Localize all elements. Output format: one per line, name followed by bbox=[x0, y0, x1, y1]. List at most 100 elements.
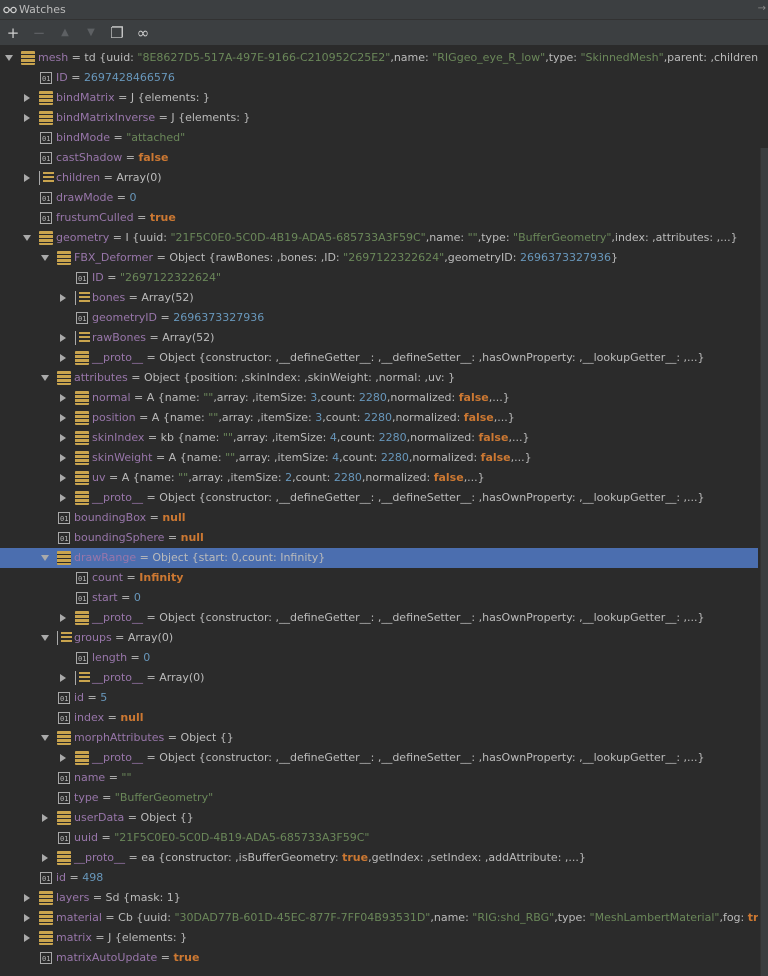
vertical-scrollbar[interactable] bbox=[760, 148, 768, 976]
expand-arrow-icon[interactable] bbox=[21, 88, 33, 108]
tree-row[interactable]: drawRange = Object {start: 0,count: Infi… bbox=[0, 548, 758, 568]
tree-row[interactable]: skinIndex = kb {name: "",array: ,itemSiz… bbox=[0, 428, 758, 448]
tree-row[interactable]: position = A {name: "",array: ,itemSize:… bbox=[0, 408, 758, 428]
expand-arrow-icon[interactable] bbox=[57, 388, 69, 408]
tree-row[interactable]: name = "" bbox=[0, 768, 758, 789]
tree-row[interactable]: __proto__ = Array(0) bbox=[0, 668, 758, 688]
tree-row[interactable]: matrix = J {elements: } bbox=[0, 928, 758, 948]
tree-row[interactable]: matrixAutoUpdate = true bbox=[0, 948, 758, 969]
property-value: Array(52) bbox=[141, 291, 194, 304]
tree-row[interactable]: __proto__ = Object {constructor: ,__defi… bbox=[0, 488, 758, 508]
object-icon bbox=[75, 351, 89, 365]
tree-row[interactable]: material = Cb {uuid: "30DAD77B-601D-45EC… bbox=[0, 908, 758, 928]
property-value: J {elements: } bbox=[130, 91, 210, 104]
tree-row[interactable]: __proto__ = Object {constructor: ,__defi… bbox=[0, 348, 758, 368]
collapse-arrow-icon[interactable] bbox=[39, 248, 51, 268]
expand-arrow-icon[interactable] bbox=[57, 288, 69, 308]
tree-row[interactable]: geometry = I {uuid: "21F5C0E0-5C0D-4B19-… bbox=[0, 228, 758, 248]
tree-row[interactable]: layers = Sd {mask: 1} bbox=[0, 888, 758, 908]
tree-row[interactable]: userData = Object {} bbox=[0, 808, 758, 828]
collapse-arrow-icon[interactable] bbox=[39, 368, 51, 388]
expand-arrow-icon[interactable] bbox=[57, 468, 69, 488]
tree-row[interactable]: attributes = Object {position: ,skinInde… bbox=[0, 368, 758, 388]
property-value: J {elements: } bbox=[108, 931, 188, 944]
tree-row[interactable]: normal = A {name: "",array: ,itemSize: 3… bbox=[0, 388, 758, 408]
move-down-button[interactable]: ▼ bbox=[78, 20, 104, 46]
tree-row[interactable]: count = Infinity bbox=[0, 568, 758, 589]
expand-arrow-icon[interactable] bbox=[57, 448, 69, 468]
property-value: ,count: bbox=[322, 411, 364, 424]
expand-arrow-icon[interactable] bbox=[57, 748, 69, 768]
tree-row[interactable]: rawBones = Array(52) bbox=[0, 328, 758, 348]
expand-arrow-icon[interactable] bbox=[21, 928, 33, 948]
tree-row[interactable]: uuid = "21F5C0E0-5C0D-4B19-ADA5-685733A3… bbox=[0, 828, 758, 849]
collapse-arrow-icon[interactable] bbox=[3, 48, 15, 68]
tree-row-text: geometry = I {uuid: "21F5C0E0-5C0D-4B19-… bbox=[56, 228, 738, 248]
tree-row[interactable]: id = 5 bbox=[0, 688, 758, 709]
primitive-icon bbox=[76, 309, 88, 329]
expand-arrow-icon[interactable] bbox=[21, 908, 33, 928]
tree-row[interactable]: bindMode = "attached" bbox=[0, 128, 758, 149]
tree-row[interactable]: __proto__ = Object {constructor: ,__defi… bbox=[0, 748, 758, 768]
tree-row[interactable]: bones = Array(52) bbox=[0, 288, 758, 308]
add-watch-button[interactable]: + bbox=[0, 20, 26, 46]
expand-arrow-icon[interactable] bbox=[57, 348, 69, 368]
property-value: false bbox=[458, 391, 489, 404]
expand-arrow-icon[interactable] bbox=[57, 408, 69, 428]
property-name: ID bbox=[92, 271, 104, 284]
tree-row[interactable]: bindMatrix = J {elements: } bbox=[0, 88, 758, 108]
tree-row[interactable]: morphAttributes = Object {} bbox=[0, 728, 758, 748]
tree-row[interactable]: ID = "2697122322624" bbox=[0, 268, 758, 289]
collapse-arrow-icon[interactable] bbox=[39, 728, 51, 748]
tree-row[interactable]: type = "BufferGeometry" bbox=[0, 788, 758, 809]
tree-row-text: matrix = J {elements: } bbox=[56, 928, 187, 948]
tree-row[interactable]: mesh = td {uuid: "8E8627D5-517A-497E-916… bbox=[0, 48, 758, 68]
collapse-arrow-icon[interactable] bbox=[21, 228, 33, 248]
tree-row[interactable]: id = 498 bbox=[0, 868, 758, 889]
object-icon bbox=[75, 391, 89, 405]
expand-arrow-icon[interactable] bbox=[21, 108, 33, 128]
tree-row[interactable]: FBX_Deformer = Object {rawBones: ,bones:… bbox=[0, 248, 758, 268]
expand-arrow-icon[interactable] bbox=[57, 428, 69, 448]
expand-arrow-icon[interactable] bbox=[57, 328, 69, 348]
move-up-button[interactable]: ▲ bbox=[52, 20, 78, 46]
property-value: I {uuid: bbox=[125, 231, 171, 244]
expand-arrow-icon[interactable] bbox=[57, 488, 69, 508]
expand-arrow-icon[interactable] bbox=[21, 168, 33, 188]
remove-watch-button[interactable]: − bbox=[26, 20, 52, 46]
pin-icon[interactable]: → bbox=[758, 3, 766, 14]
tree-row[interactable]: castShadow = false bbox=[0, 148, 758, 169]
tree-row-text: start = 0 bbox=[92, 588, 141, 608]
tree-row[interactable]: frustumCulled = true bbox=[0, 208, 758, 229]
expand-arrow-icon[interactable] bbox=[57, 668, 69, 688]
tree-row[interactable]: __proto__ = Object {constructor: ,__defi… bbox=[0, 608, 758, 628]
tree-row[interactable]: length = 0 bbox=[0, 648, 758, 669]
tree-row[interactable]: index = null bbox=[0, 708, 758, 729]
show-watches-button[interactable]: ∞ bbox=[130, 20, 156, 46]
tree-row[interactable]: bindMatrixInverse = J {elements: } bbox=[0, 108, 758, 128]
tree-row[interactable]: boundingSphere = null bbox=[0, 528, 758, 549]
property-name: drawRange bbox=[74, 551, 137, 564]
expand-arrow-icon[interactable] bbox=[39, 808, 51, 828]
tree-row[interactable]: start = 0 bbox=[0, 588, 758, 609]
property-value: "2697122322624" bbox=[119, 271, 222, 284]
expand-arrow-icon[interactable] bbox=[21, 888, 33, 908]
tree-row[interactable]: geometryID = 2696373327936 bbox=[0, 308, 758, 329]
tree-row[interactable]: skinWeight = A {name: "",array: ,itemSiz… bbox=[0, 448, 758, 468]
expand-arrow-icon[interactable] bbox=[39, 848, 51, 868]
copy-button[interactable]: ❐ bbox=[104, 20, 130, 46]
tree-row[interactable]: uv = A {name: "",array: ,itemSize: 2,cou… bbox=[0, 468, 758, 488]
tree-row[interactable]: children = Array(0) bbox=[0, 168, 758, 188]
tree-row[interactable]: groups = Array(0) bbox=[0, 628, 758, 648]
watches-tree: mesh = td {uuid: "8E8627D5-517A-497E-916… bbox=[0, 48, 758, 976]
collapse-arrow-icon[interactable] bbox=[39, 628, 51, 648]
collapse-arrow-icon[interactable] bbox=[39, 548, 51, 568]
tree-row[interactable]: drawMode = 0 bbox=[0, 188, 758, 209]
property-name: material bbox=[56, 911, 102, 924]
tree-row[interactable]: ID = 2697428466576 bbox=[0, 68, 758, 89]
property-value: = bbox=[100, 171, 117, 184]
expand-arrow-icon[interactable] bbox=[57, 608, 69, 628]
tree-row[interactable]: __proto__ = ea {constructor: ,isBufferGe… bbox=[0, 848, 758, 868]
property-name: bones bbox=[92, 291, 126, 304]
tree-row[interactable]: boundingBox = null bbox=[0, 508, 758, 529]
